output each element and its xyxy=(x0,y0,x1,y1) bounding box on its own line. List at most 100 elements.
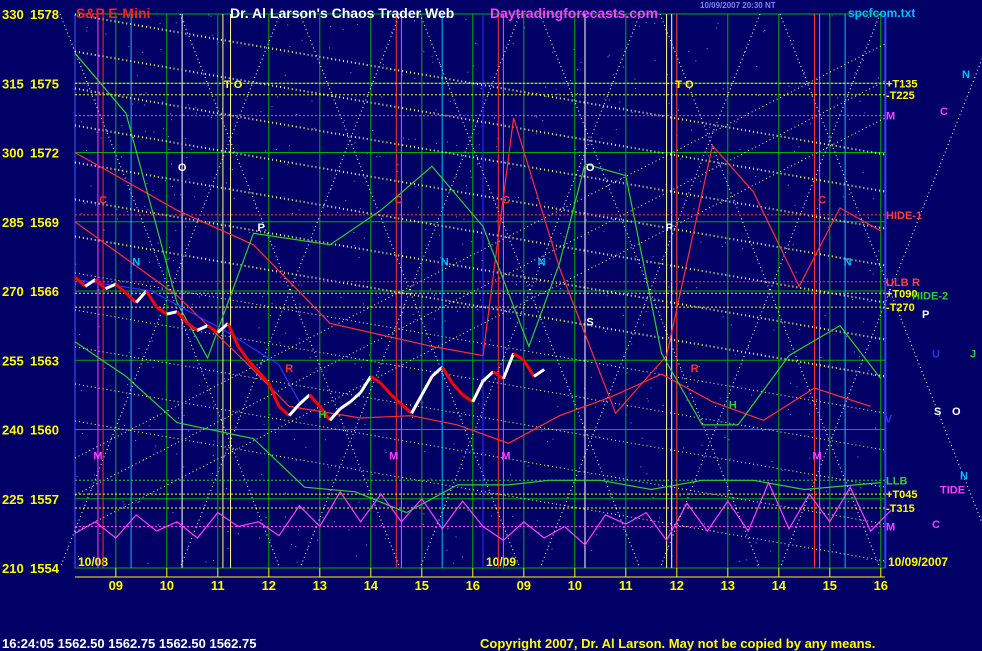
star-dot xyxy=(79,333,81,335)
price-segment xyxy=(166,310,178,316)
edge-label: C xyxy=(940,106,948,118)
star-dot xyxy=(431,55,433,57)
star-dot xyxy=(646,398,648,400)
star-dot xyxy=(607,56,609,58)
star-dot xyxy=(414,138,416,140)
star-dot xyxy=(659,517,661,519)
star-dot xyxy=(557,93,559,95)
star-dot xyxy=(536,133,538,135)
flux-line xyxy=(74,346,886,488)
star-dot xyxy=(717,22,719,24)
star-dot xyxy=(700,180,702,182)
star-dot xyxy=(811,431,813,433)
star-dot xyxy=(619,101,621,103)
star-dot xyxy=(123,503,125,505)
star-dot xyxy=(794,204,796,206)
y-tick-right: 1563 xyxy=(30,353,59,368)
star-dot xyxy=(376,156,378,158)
edge-label: U xyxy=(932,348,940,360)
star-dot xyxy=(529,177,531,179)
star-dot xyxy=(704,523,706,525)
cycle-series-h xyxy=(74,52,882,426)
star-dot xyxy=(755,175,757,177)
star-dot xyxy=(847,500,849,502)
flux-line xyxy=(74,124,886,266)
star-dot xyxy=(525,328,527,330)
star-dot xyxy=(372,130,374,132)
star-dot xyxy=(103,229,105,231)
star-dot xyxy=(859,356,861,358)
star-dot xyxy=(188,430,190,432)
star-dot xyxy=(771,460,773,462)
star-dot xyxy=(390,31,392,33)
star-dot xyxy=(860,487,862,489)
star-dot xyxy=(793,539,795,541)
star-dot xyxy=(677,109,679,111)
star-dot xyxy=(145,92,147,94)
star-dot xyxy=(751,394,753,396)
star-dot xyxy=(280,276,282,278)
marker-label: M xyxy=(812,451,821,463)
star-dot xyxy=(591,549,593,551)
star-dot xyxy=(869,300,871,302)
star-dot xyxy=(337,212,339,214)
star-dot xyxy=(495,146,497,148)
star-dot xyxy=(589,473,591,475)
star-dot xyxy=(662,191,664,193)
star-dot xyxy=(284,516,286,518)
star-dot xyxy=(212,454,214,456)
price-segment xyxy=(379,382,393,396)
star-dot xyxy=(746,559,748,561)
star-dot xyxy=(862,59,864,61)
marker-label: V xyxy=(885,414,893,426)
star-dot xyxy=(654,23,656,25)
star-dot xyxy=(576,69,578,71)
star-dot xyxy=(289,46,291,48)
star-dot xyxy=(715,89,717,91)
star-dot xyxy=(364,423,366,425)
star-dot xyxy=(825,490,827,492)
marker-label: M xyxy=(93,451,102,463)
star-dot xyxy=(260,111,262,113)
level-label: M xyxy=(886,521,895,533)
star-dot xyxy=(147,362,149,364)
star-dot xyxy=(758,94,760,96)
star-dot xyxy=(742,247,744,249)
star-dot xyxy=(301,39,303,41)
star-dot xyxy=(698,365,700,367)
star-dot xyxy=(284,492,286,494)
star-dot xyxy=(734,354,736,356)
star-dot xyxy=(98,346,100,348)
star-dot xyxy=(296,561,298,563)
star-dot xyxy=(509,481,511,483)
star-dot xyxy=(623,528,625,530)
y-tick-left: 225 xyxy=(2,492,24,507)
star-dot xyxy=(298,284,300,286)
star-dot xyxy=(738,560,740,562)
star-dot xyxy=(329,47,331,49)
star-dot xyxy=(873,198,875,200)
star-dot xyxy=(316,539,318,541)
star-dot xyxy=(646,473,648,475)
level-label: -T225 xyxy=(886,90,915,102)
star-dot xyxy=(261,474,263,476)
star-dot xyxy=(211,472,213,474)
star-dot xyxy=(615,129,617,131)
level-label: -T270 xyxy=(886,302,915,314)
star-dot xyxy=(789,413,791,415)
star-dot xyxy=(512,43,514,45)
star-dot xyxy=(188,178,190,180)
star-dot xyxy=(559,287,561,289)
site-link[interactable]: Daytradingforecasts.com xyxy=(490,5,658,21)
session-label: 10/09 xyxy=(486,555,516,569)
star-dot xyxy=(226,488,228,490)
star-dot xyxy=(722,88,724,90)
level-label: +T135 xyxy=(886,78,918,90)
star-dot xyxy=(816,398,818,400)
star-dot xyxy=(258,327,260,329)
y-tick-left: 300 xyxy=(2,146,24,161)
star-dot xyxy=(265,517,267,519)
star-dot xyxy=(356,24,358,26)
price-segment xyxy=(135,290,148,304)
star-dot xyxy=(619,169,621,171)
